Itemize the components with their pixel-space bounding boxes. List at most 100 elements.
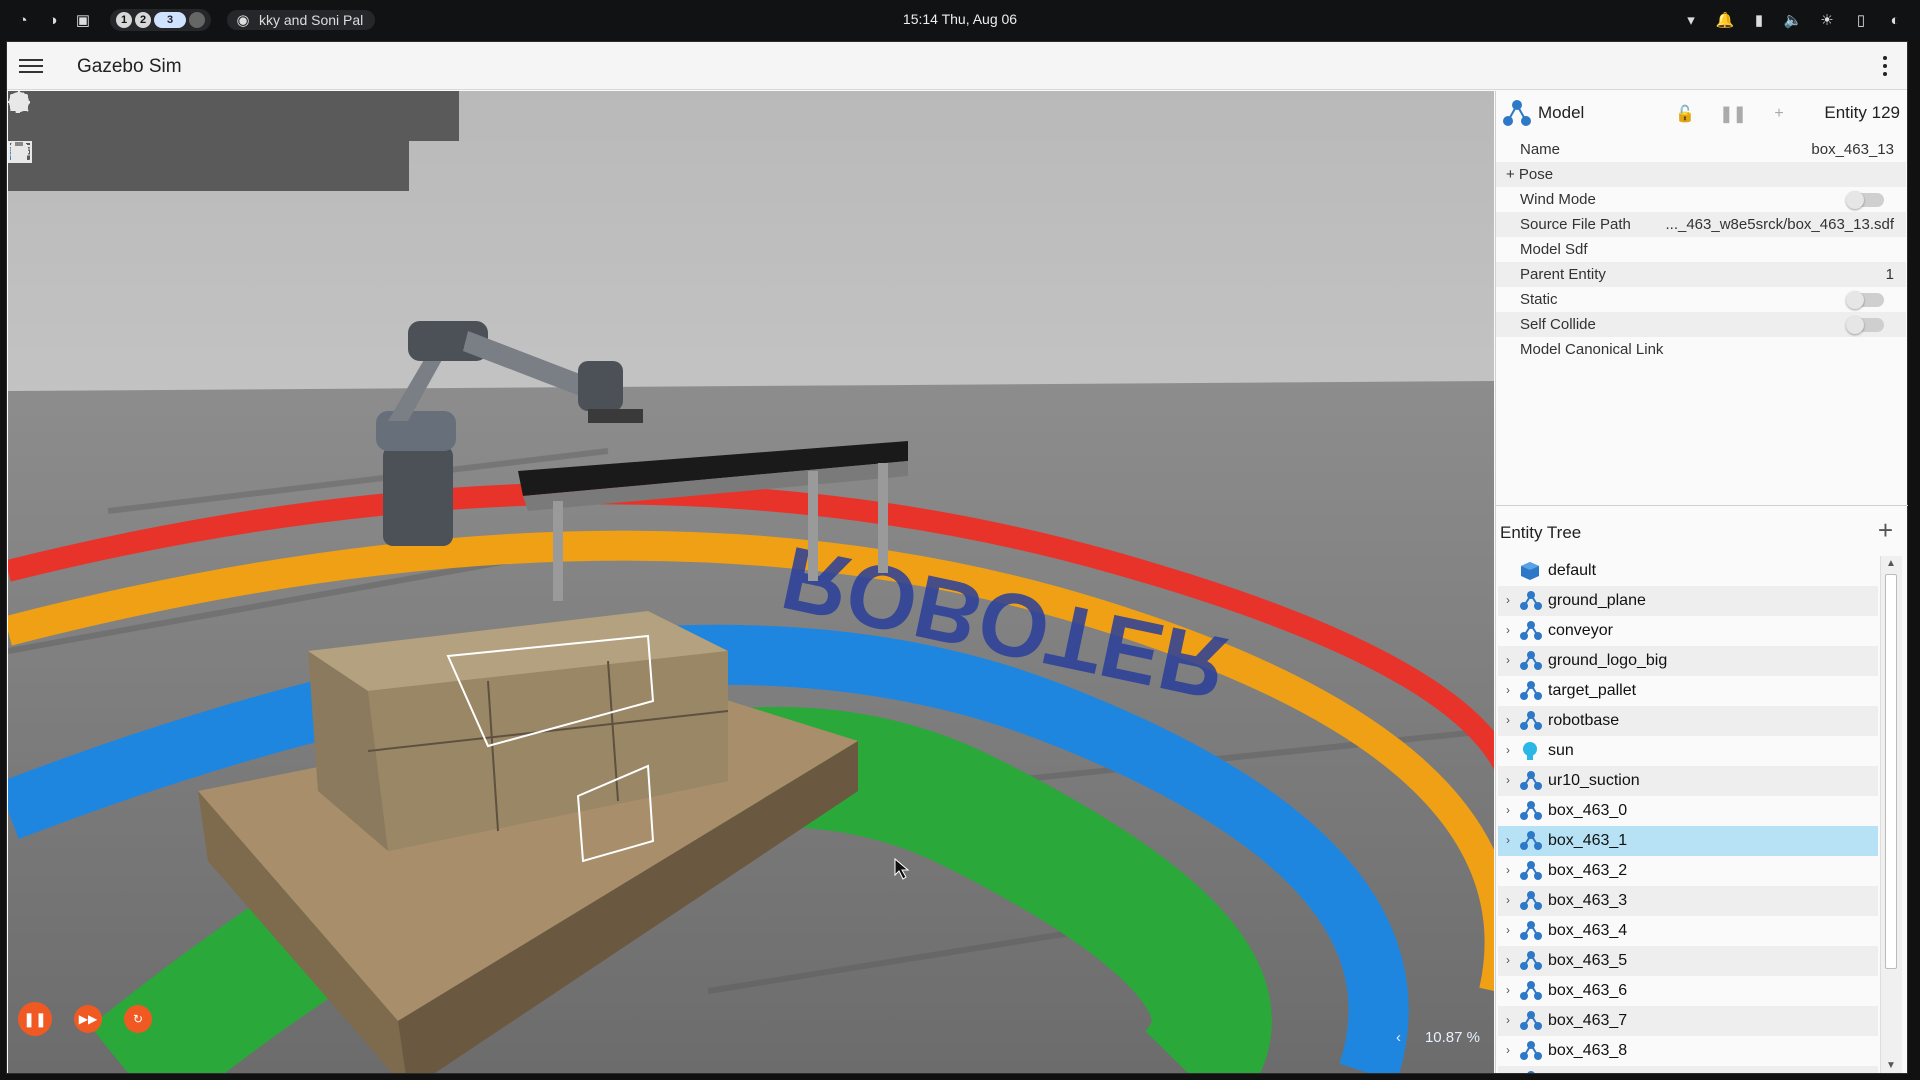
model-icon	[1520, 681, 1542, 701]
system-top-bar: ◔ ◑ ▣ 1 2 3 ◉ kky and Soni Pal 15:14 Thu…	[0, 0, 1920, 40]
pause-updates-icon[interactable]: ❚❚	[1720, 103, 1747, 125]
add-entity-icon[interactable]: +	[1878, 517, 1893, 543]
entity-tree-list: default › ground_plane › conveyor › ground_log…	[1498, 556, 1878, 1073]
entity-tree-item[interactable]: › box_463_2	[1498, 856, 1878, 886]
expand-chevron-icon[interactable]: ›	[1506, 1013, 1510, 1027]
property-model-canonical-link: Model Canonical Link	[1520, 341, 1664, 358]
expand-chevron-icon[interactable]: ›	[1506, 683, 1510, 697]
expand-chevron-icon[interactable]: ›	[1506, 743, 1510, 757]
paste-icon[interactable]	[11, 142, 398, 182]
entity-tree-item[interactable]: › box_463_0	[1498, 796, 1878, 826]
property-pose[interactable]: + Pose	[1496, 162, 1906, 187]
expand-chevron-icon[interactable]: ›	[1506, 1043, 1510, 1057]
static-toggle[interactable]	[1846, 291, 1884, 309]
clock[interactable]: 15:14 Thu, Aug 06	[0, 11, 1920, 27]
entity-tree-item[interactable]: › ground_logo_big	[1498, 646, 1878, 676]
property-name: Name box_463_13	[1520, 141, 1894, 158]
screenshot-camera-icon[interactable]	[8, 143, 298, 182]
brightness-icon[interactable]: ☀	[1816, 9, 1838, 31]
scroll-up-icon[interactable]: ▲	[1886, 558, 1896, 569]
entity-tree-item-label: conveyor	[1548, 622, 1613, 639]
lock-icon[interactable]: 🔓	[1674, 103, 1696, 125]
point-light-icon[interactable]	[8, 91, 348, 132]
scene-3d-viewport[interactable]: ROBOTER ❚❚ ▶▶ ↻ ‹ 10.87 %	[8, 91, 1494, 1073]
entity-tree-item[interactable]: › robotbase	[1498, 706, 1878, 736]
rtf-value: 10.87 %	[1424, 1029, 1480, 1046]
entity-tree-item[interactable]: › box_463_5	[1498, 946, 1878, 976]
expand-chevron-icon[interactable]: ›	[1506, 713, 1510, 727]
expand-chevron-icon[interactable]: ›	[1506, 863, 1510, 877]
entity-tree-item[interactable]: › conveyor	[1498, 616, 1878, 646]
pause-icon[interactable]: ❚❚	[18, 1002, 52, 1036]
name-value[interactable]: box_463_13	[1811, 141, 1894, 158]
translate-icon[interactable]	[9, 142, 98, 182]
entity-tree-item[interactable]: › box_463_1	[1498, 826, 1878, 856]
entity-tree-item[interactable]: › box_463_8	[1498, 1036, 1878, 1066]
power-icon[interactable]: ◐	[1884, 9, 1906, 31]
ellipsoid-shape-icon[interactable]	[9, 97, 298, 132]
expand-chevron-icon[interactable]: ›	[1506, 953, 1510, 967]
snap-icon[interactable]	[9, 145, 198, 182]
entity-tree-item-label: box_463_8	[1548, 1042, 1628, 1059]
reset-icon[interactable]: ↻	[124, 1005, 152, 1033]
cone-shape-icon[interactable]	[10, 92, 148, 132]
expand-chevron-icon[interactable]: ›	[1506, 623, 1510, 637]
model-icon	[1520, 651, 1542, 671]
component-title: Model	[1538, 103, 1585, 122]
capsule-shape-icon[interactable]	[13, 92, 248, 132]
directional-light-icon[interactable]	[9, 92, 398, 132]
entity-tree-item[interactable]: › ur10_suction	[1498, 766, 1878, 796]
entity-tree-item[interactable]: ›box_463_9	[1498, 1066, 1878, 1073]
entity-tree-item-label: default	[1548, 562, 1597, 579]
entity-tree-item-label: ground_logo_big	[1548, 652, 1668, 669]
property-parent-entity: Parent Entity 1	[1496, 262, 1906, 287]
model-icon	[1520, 591, 1542, 611]
model-icon	[1520, 861, 1542, 881]
entity-tree-item[interactable]: › sun	[1498, 736, 1878, 766]
property-model-sdf[interactable]: Model Sdf	[1496, 237, 1906, 262]
rotate-icon[interactable]	[10, 141, 148, 182]
more-options-icon[interactable]	[1873, 52, 1897, 80]
expand-chevron-icon[interactable]: ›	[1506, 773, 1510, 787]
gamepad-icon[interactable]: ▮	[1748, 9, 1770, 31]
panel-divider[interactable]	[1496, 505, 1908, 506]
entity-tree-item[interactable]: › box_463_6	[1498, 976, 1878, 1006]
expand-chevron-icon[interactable]: ›	[1506, 593, 1510, 607]
grid-icon[interactable]	[8, 141, 248, 182]
add-component-icon[interactable]: +	[1768, 103, 1790, 125]
entity-tree-item[interactable]: › ground_plane	[1498, 586, 1878, 616]
notification-icon[interactable]: 🔔	[1714, 9, 1736, 31]
expand-chevron-icon[interactable]: ›	[1506, 653, 1510, 667]
dropdown-icon[interactable]: ▾	[1680, 9, 1702, 31]
collapse-stats-icon[interactable]: ‹	[1396, 1029, 1401, 1046]
expand-chevron-icon[interactable]: ›	[1506, 833, 1510, 847]
hamburger-menu-icon[interactable]	[19, 54, 43, 78]
entity-tree-item-label: box_463_5	[1548, 952, 1628, 969]
model-icon	[1520, 801, 1542, 821]
entity-tree-item-label: sun	[1548, 742, 1574, 759]
entity-tree-item[interactable]: › box_463_4	[1498, 916, 1878, 946]
model-icon	[1520, 981, 1542, 1001]
entity-tree-item[interactable]: › box_463_3	[1498, 886, 1878, 916]
entity-tree-scrollbar[interactable]: ▲ ▼	[1880, 556, 1902, 1073]
cylinder-shape-icon[interactable]	[11, 94, 198, 132]
copy-icon[interactable]	[12, 143, 348, 182]
scrollbar-thumb[interactable]	[1885, 574, 1897, 969]
expand-chevron-icon[interactable]: ›	[1506, 923, 1510, 937]
self-collide-toggle[interactable]	[1846, 316, 1884, 334]
spot-light-icon[interactable]	[10, 93, 448, 132]
wind-mode-toggle[interactable]	[1846, 191, 1884, 209]
entity-tree-item-label: target_pallet	[1548, 682, 1637, 699]
expand-chevron-icon[interactable]: ›	[1506, 803, 1510, 817]
expand-chevron-icon[interactable]: ›	[1506, 893, 1510, 907]
expand-chevron-icon[interactable]: ›	[1506, 983, 1510, 997]
property-static: Static	[1496, 287, 1906, 312]
entity-tree-item[interactable]: default	[1498, 556, 1878, 586]
entity-tree-item[interactable]: › target_pallet	[1498, 676, 1878, 706]
sphere-shape-icon[interactable]	[9, 92, 98, 132]
battery-icon[interactable]: ▯	[1850, 9, 1872, 31]
volume-icon[interactable]: 🔈	[1782, 9, 1804, 31]
step-forward-icon[interactable]: ▶▶	[74, 1005, 102, 1033]
scroll-down-icon[interactable]: ▼	[1886, 1060, 1896, 1071]
entity-tree-item[interactable]: › box_463_7	[1498, 1006, 1878, 1036]
